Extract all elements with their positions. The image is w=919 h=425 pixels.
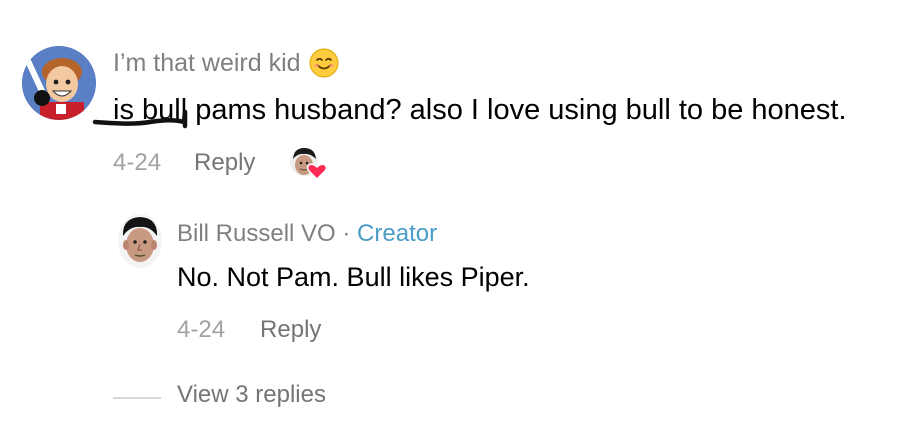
comment-date: 4-24 [113, 149, 162, 176]
reply-reply-button[interactable]: Reply [260, 316, 321, 344]
reply-separator: · [335, 220, 358, 247]
comment-text: is bull pams husband? also I love using … [113, 94, 847, 127]
reply-meta: 4-24 Reply [177, 316, 321, 344]
reply-username[interactable]: Bill Russell VO [177, 220, 336, 247]
comment-reply-button[interactable]: Reply [194, 149, 255, 177]
view-replies-button[interactable]: View 3 replies [177, 381, 326, 409]
liked-by-creator-badge [288, 146, 328, 181]
commenter-avatar[interactable] [22, 46, 96, 120]
reply-date: 4-24 [177, 316, 226, 343]
heart-icon [307, 163, 328, 181]
reply-text: No. Not Pam. Bull likes Piper. [177, 262, 530, 292]
creator-avatar[interactable] [118, 214, 162, 268]
commenter-username[interactable]: I’m that weird kid [113, 48, 339, 78]
commenter-username-text: I’m that weird kid [113, 48, 301, 77]
smiling-face-emoji-icon [309, 48, 339, 78]
comment-meta: 4-24 Reply [113, 146, 328, 181]
reply-header: Bill Russell VO · Creator [177, 220, 437, 248]
strikethrough-scribble [92, 109, 188, 129]
comment-text-rest: pams husband? also I love using bull to … [187, 94, 847, 126]
creator-badge: Creator [357, 220, 438, 247]
replies-divider [113, 397, 161, 399]
